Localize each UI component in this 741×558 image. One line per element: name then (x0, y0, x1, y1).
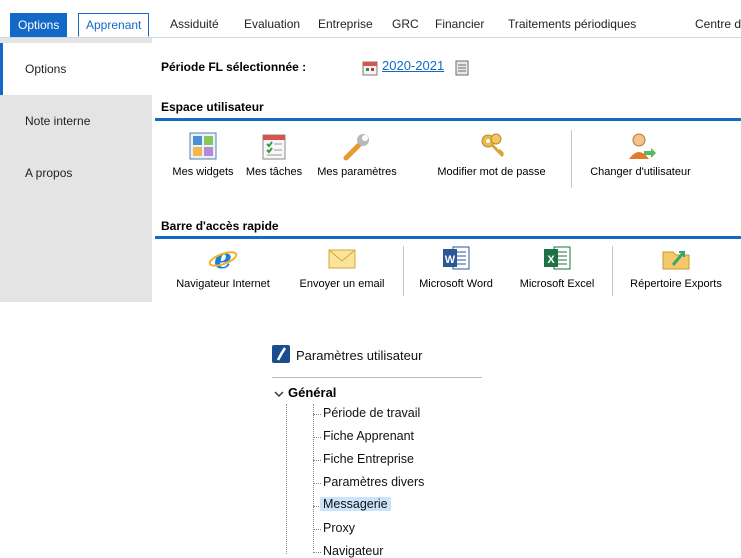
sidenav-item-options[interactable]: Options (0, 43, 152, 95)
microsoft-word-label: Microsoft Word (419, 278, 493, 290)
repertoire-exports-label: Répertoire Exports (630, 278, 722, 290)
tab-apprenant[interactable]: Apprenant (78, 13, 150, 37)
tree-item-proxy[interactable]: Proxy (323, 521, 355, 535)
periode-label: Période FL sélectionnée : (161, 60, 307, 74)
navigateur-internet-button[interactable]: e Navigateur Internet (162, 242, 284, 290)
tab-options[interactable]: Options (10, 13, 68, 37)
svg-text:e: e (214, 243, 232, 273)
excel-icon: X (544, 246, 571, 270)
modifier-mot-de-passe-label: Modifier mot de passe (437, 166, 546, 178)
svg-text:X: X (547, 254, 555, 266)
tab-financier[interactable]: Financier (428, 13, 491, 37)
tree-connector (313, 483, 321, 484)
microsoft-excel-button[interactable]: X Microsoft Excel (509, 243, 605, 290)
keys-icon (481, 133, 504, 158)
changer-utilisateur-label: Changer d'utilisateur (590, 166, 691, 178)
tab-traitements-periodiques[interactable]: Traitements périodiques (501, 13, 643, 37)
envelope-icon (328, 249, 356, 269)
period-calendar-icon[interactable] (362, 60, 378, 76)
mes-taches-button[interactable]: Mes tâches (245, 131, 303, 178)
espace-utilisateur-title: Espace utilisateur (161, 100, 264, 114)
menu-bar: Options Apprenant Assiduité Evaluation E… (0, 0, 741, 38)
repertoire-exports-button[interactable]: Répertoire Exports (614, 243, 738, 290)
barre-acces-title: Barre d'accès rapide (161, 219, 279, 233)
tab-grc[interactable]: GRC (385, 13, 426, 37)
tree-item-navigateur[interactable]: Navigateur (323, 544, 383, 558)
tree-connector (313, 414, 321, 415)
change-user-icon (628, 133, 656, 159)
mes-parametres-label: Mes paramètres (317, 166, 397, 178)
sidenav-item-note-interne[interactable]: Note interne (0, 95, 152, 147)
word-icon: W (443, 246, 470, 270)
navigateur-internet-label: Navigateur Internet (176, 278, 270, 290)
folder-icon (662, 251, 690, 270)
barre-acces-rule (155, 236, 741, 239)
tab-entreprise[interactable]: Entreprise (311, 13, 380, 37)
tree-title: Paramètres utilisateur (296, 348, 423, 363)
microsoft-excel-label: Microsoft Excel (519, 278, 595, 290)
parametres-utilisateur-icon (272, 345, 290, 363)
tree-guide-line (286, 404, 287, 554)
mes-widgets-button[interactable]: Mes widgets (164, 131, 242, 178)
wrench-icon (343, 134, 369, 161)
microsoft-word-button[interactable]: W Microsoft Word (404, 243, 508, 290)
toolbar-separator (612, 246, 613, 296)
envoyer-email-label: Envoyer un email (299, 278, 385, 290)
tree-title-rule (272, 377, 482, 378)
period-list-icon[interactable] (454, 60, 470, 76)
tree-connector (313, 552, 321, 553)
tab-centre[interactable]: Centre d (688, 13, 741, 37)
mes-taches-label: Mes tâches (245, 166, 303, 178)
side-nav: Options Note interne A propos (0, 38, 152, 302)
tab-evaluation[interactable]: Evaluation (237, 13, 307, 37)
mes-parametres-button[interactable]: Mes paramètres (306, 131, 408, 178)
tree-node-general[interactable]: Général (288, 385, 336, 400)
tree-item-parametres-divers[interactable]: Paramètres divers (323, 475, 424, 489)
tasks-icon (262, 134, 286, 160)
widgets-icon (189, 132, 217, 160)
tree-item-fiche-entreprise[interactable]: Fiche Entreprise (323, 452, 414, 466)
tree-connector (313, 529, 321, 530)
options-panel: Période FL sélectionnée : 2020-2021 Espa… (152, 38, 741, 302)
tree-connector (313, 460, 321, 461)
changer-utilisateur-button[interactable]: Changer d'utilisateur (572, 131, 709, 178)
envoyer-email-button[interactable]: Envoyer un email (286, 243, 398, 290)
internet-explorer-icon: e (208, 242, 238, 275)
sidenav-item-a-propos[interactable]: A propos (0, 147, 152, 199)
tree-item-fiche-apprenant[interactable]: Fiche Apprenant (323, 429, 414, 443)
svg-text:W: W (445, 254, 456, 266)
mes-widgets-label: Mes widgets (172, 166, 234, 178)
tree-connector (313, 437, 321, 438)
tree-item-messagerie[interactable]: Messagerie (320, 497, 391, 511)
chevron-down-icon[interactable] (274, 389, 284, 399)
periode-link[interactable]: 2020-2021 (382, 58, 444, 73)
modifier-mot-de-passe-button[interactable]: Modifier mot de passe (423, 131, 560, 178)
tree-item-periode-de-travail[interactable]: Période de travail (323, 406, 420, 420)
espace-utilisateur-rule (155, 118, 741, 121)
tab-assiduite[interactable]: Assiduité (163, 13, 226, 37)
